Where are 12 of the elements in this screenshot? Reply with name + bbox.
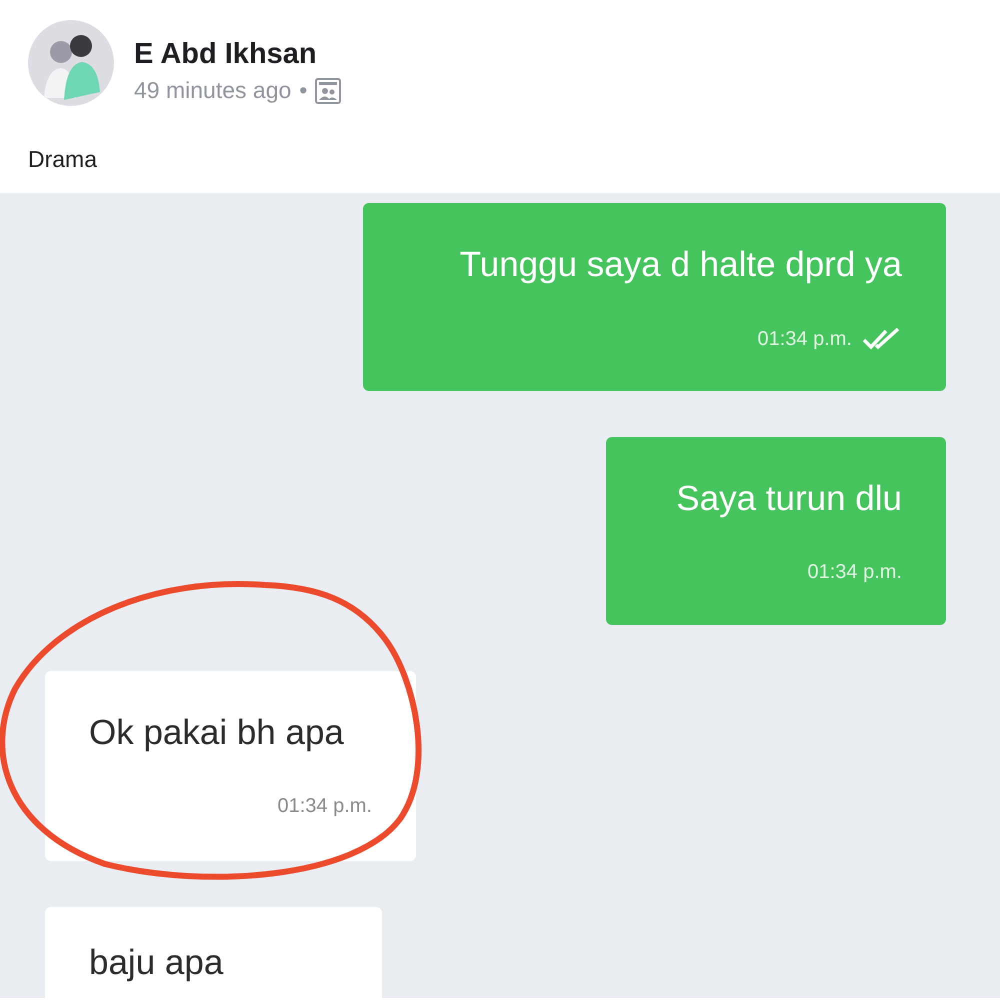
photo-icon [315,78,342,104]
separator-dot: • [299,77,308,104]
message-text: Saya turun dlu [676,479,902,519]
message-time: 01:34 p.m. [277,795,372,818]
message-text: Tunggu saya d halte dprd ya [460,245,902,285]
message-time: 01:34 p.m. [807,561,902,584]
message-text: baju apa [89,943,224,983]
message-text: Ok pakai bh apa [89,713,344,753]
author-name[interactable]: E Abd Ikhsan [134,38,342,71]
avatar[interactable] [28,20,114,106]
post-text: Drama [28,146,98,172]
message-time: 01:34 p.m. [757,328,852,350]
